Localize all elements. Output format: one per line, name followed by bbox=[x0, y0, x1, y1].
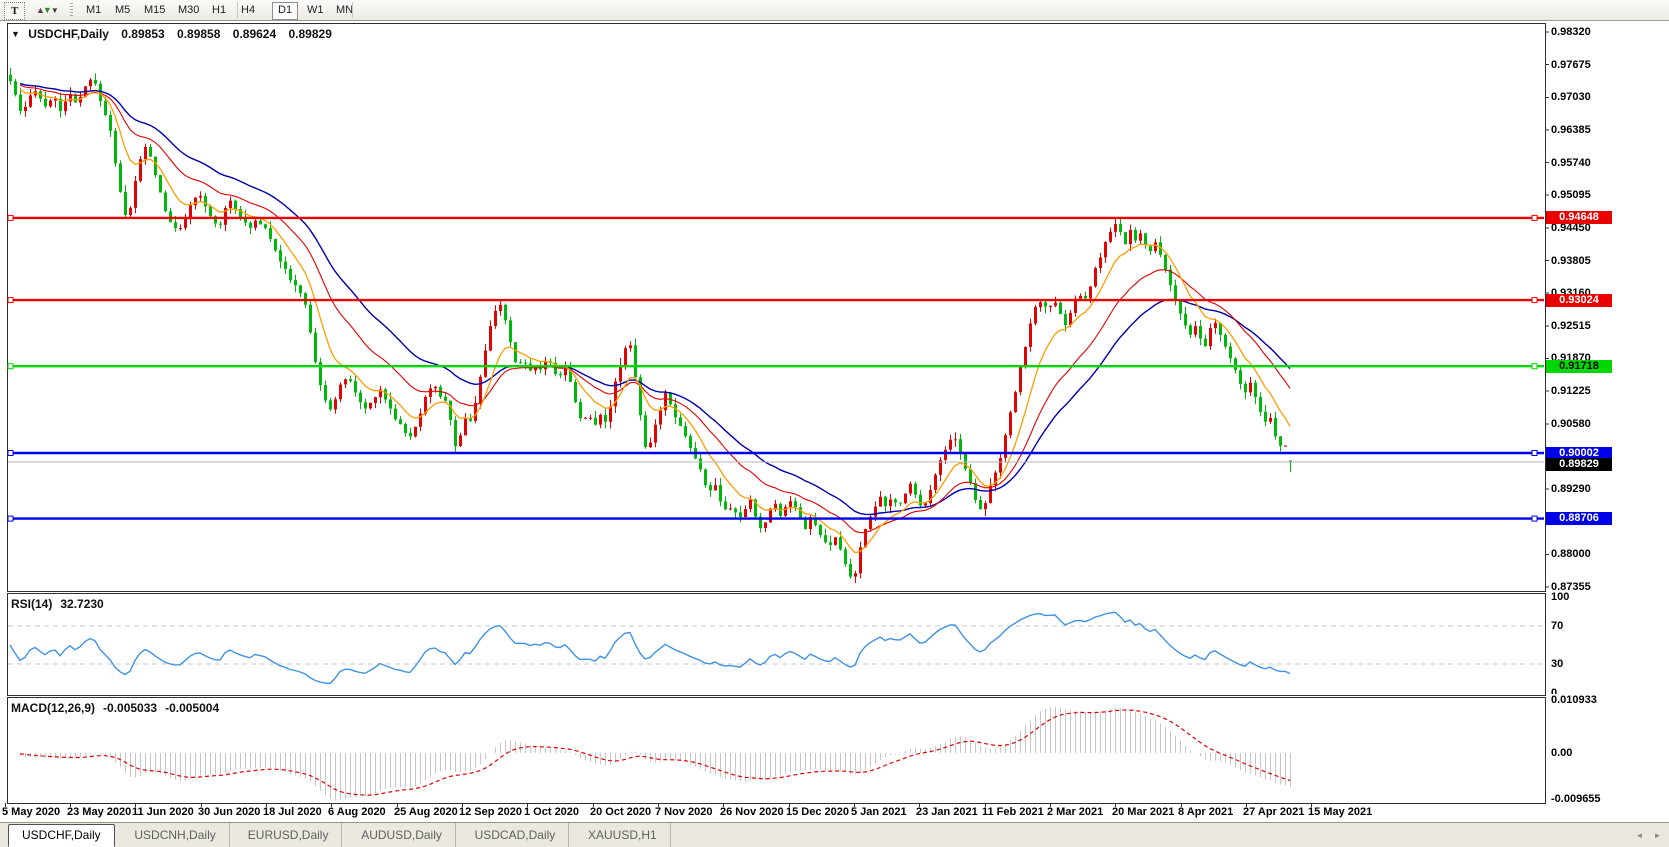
rsi-tick: 70 bbox=[1551, 620, 1566, 632]
macd-main-value: -0.005033 bbox=[103, 701, 158, 715]
date-label: 15 Dec 2020 bbox=[786, 806, 849, 818]
macd-tick: 0.010933 bbox=[1551, 694, 1599, 706]
timeframe-button-h1[interactable]: H1 bbox=[206, 2, 232, 18]
level-price-badge: 0.94648 bbox=[1546, 211, 1612, 224]
macd-label: MACD(12,26,9) -0.005033 -0.005004 bbox=[11, 701, 227, 715]
date-label: 1 Oct 2020 bbox=[524, 806, 580, 818]
date-label: 11 Feb 2021 bbox=[982, 806, 1044, 818]
price-tick-label: 0.95740 bbox=[1551, 157, 1593, 169]
date-label: 23 Jan 2021 bbox=[916, 806, 978, 818]
ohlc-close: 0.89829 bbox=[288, 27, 332, 41]
macd-tick: -0.009655 bbox=[1551, 793, 1603, 805]
chart-tab-usdcad-daily[interactable]: USDCAD,Daily bbox=[462, 823, 570, 847]
price-tick-label: 0.90580 bbox=[1551, 418, 1593, 430]
price-tick-label: 0.97030 bbox=[1551, 91, 1593, 103]
panel-border bbox=[7, 593, 1546, 696]
chart-tab-usdchf-daily[interactable]: USDCHF,Daily bbox=[8, 824, 115, 847]
rsi-tick: 100 bbox=[1551, 591, 1572, 603]
date-label: 18 Jul 2020 bbox=[263, 806, 322, 818]
chart-tab-eurusd-daily[interactable]: EURUSD,Daily bbox=[235, 823, 343, 847]
date-label: 23 May 2020 bbox=[67, 806, 132, 818]
price-tick-label: 0.98320 bbox=[1551, 26, 1593, 38]
chart-tab-bar: USDCHF,Daily USDCNH,Daily EURUSD,Daily AUDU… bbox=[0, 822, 1669, 847]
tab-scroll-left-button[interactable]: ◄ bbox=[1632, 829, 1647, 842]
ohlc-high: 0.89858 bbox=[177, 27, 221, 41]
rsi-value: 32.7230 bbox=[60, 597, 104, 611]
price-tick-label: 0.97675 bbox=[1551, 59, 1593, 71]
macd-tick: 0.00 bbox=[1551, 747, 1575, 759]
ohlc-open: 0.89853 bbox=[121, 27, 165, 41]
chart-symbol-label: USDCHF,Daily bbox=[28, 27, 109, 41]
rsi-tick: 30 bbox=[1551, 658, 1566, 670]
candlestick-series bbox=[9, 68, 1292, 584]
timeframe-button-m5[interactable]: M5 bbox=[109, 2, 136, 18]
macd-signal-value: -0.005004 bbox=[165, 701, 220, 715]
top-toolbar: T ▲▼ ▼ M1 M5 M15 M30 H1 H4 D1 W1 MN bbox=[0, 0, 1669, 21]
macd-signal-line bbox=[19, 709, 1291, 796]
horizontal-level-line[interactable] bbox=[7, 363, 1544, 370]
price-tick-label: 0.96385 bbox=[1551, 124, 1593, 136]
chart-title: ▼ USDCHF,Daily 0.89853 0.89858 0.89624 0… bbox=[11, 27, 332, 41]
date-label: 30 Jun 2020 bbox=[198, 806, 261, 818]
level-price-badge: 0.93024 bbox=[1546, 294, 1612, 307]
level-price-badge: 0.91718 bbox=[1546, 360, 1612, 373]
date-label: 8 Apr 2021 bbox=[1178, 806, 1234, 818]
chart-tab-xauusd-h1[interactable]: XAUUSD,H1 bbox=[575, 823, 671, 847]
date-label: 2 Mar 2021 bbox=[1047, 806, 1104, 818]
chevron-down-icon: ▼ bbox=[50, 6, 59, 15]
ma-mid-line bbox=[19, 84, 1291, 534]
price-tick-label: 0.93805 bbox=[1551, 255, 1593, 267]
horizontal-level-line[interactable] bbox=[7, 515, 1544, 522]
timeframe-button-d1[interactable]: D1 bbox=[272, 2, 299, 20]
horizontal-level-line[interactable] bbox=[7, 214, 1544, 221]
date-label: 20 Mar 2021 bbox=[1112, 806, 1175, 818]
rsi-label: RSI(14) 32.7230 bbox=[11, 597, 112, 611]
date-label: 5 May 2020 bbox=[2, 806, 61, 818]
timeframe-button-w1[interactable]: W1 bbox=[301, 2, 330, 18]
current-price-badge: 0.89829 bbox=[1546, 458, 1612, 471]
date-label: 26 Nov 2020 bbox=[720, 806, 784, 818]
timeframe-button-mn[interactable]: MN bbox=[330, 2, 359, 18]
timeframe-button-h4[interactable]: H4 bbox=[235, 2, 261, 18]
panel-border bbox=[7, 697, 1546, 804]
date-label: 12 Sep 2020 bbox=[459, 806, 522, 818]
arrows-icon: ▲▼ bbox=[36, 5, 52, 15]
toolbar-separator bbox=[352, 2, 353, 18]
horizontal-level-line[interactable] bbox=[7, 450, 1544, 456]
macd-histogram bbox=[20, 706, 1291, 801]
timeframe-button-m1[interactable]: M1 bbox=[80, 2, 107, 18]
toolbar-separator bbox=[237, 2, 238, 18]
horizontal-level-line[interactable] bbox=[7, 297, 1544, 304]
date-label: 11 Jun 2020 bbox=[132, 806, 194, 818]
date-label: 5 Jan 2021 bbox=[851, 806, 907, 818]
rsi-name: RSI(14) bbox=[11, 597, 53, 611]
date-label: 6 Aug 2020 bbox=[328, 806, 386, 818]
price-tick-label: 0.88000 bbox=[1551, 548, 1593, 560]
macd-name: MACD(12,26,9) bbox=[11, 701, 96, 715]
chart-tab-usdcnh-daily[interactable]: USDCNH,Daily bbox=[121, 823, 230, 847]
arrow-tools-button[interactable]: ▲▼ ▼ bbox=[30, 2, 70, 18]
price-tick-label: 0.92515 bbox=[1551, 320, 1593, 332]
ohlc-low: 0.89624 bbox=[232, 27, 277, 41]
text-tool-button[interactable]: T bbox=[4, 2, 26, 20]
mt4-chart-window: { "toolbar": { "text_tool_label": "T", "… bbox=[0, 0, 1669, 847]
toolbar-grip[interactable] bbox=[70, 3, 73, 17]
level-price-badge: 0.88706 bbox=[1546, 512, 1612, 525]
chart-tab-audusd-daily[interactable]: AUDUSD,Daily bbox=[348, 823, 456, 847]
price-tick-label: 0.95095 bbox=[1551, 189, 1593, 201]
rsi-line bbox=[9, 611, 1291, 685]
chart-canvas[interactable] bbox=[0, 0, 1669, 847]
timeframe-button-m30[interactable]: M30 bbox=[172, 2, 205, 18]
price-tick-label: 0.89290 bbox=[1551, 483, 1593, 495]
collapse-triangle-icon[interactable]: ▼ bbox=[11, 29, 20, 39]
date-label: 15 May 2021 bbox=[1308, 806, 1373, 818]
ma-fast-line bbox=[19, 88, 1291, 554]
timeframe-button-m15[interactable]: M15 bbox=[138, 2, 171, 18]
price-tick-label: 0.91225 bbox=[1551, 385, 1593, 397]
date-label: 25 Aug 2020 bbox=[394, 806, 458, 818]
tab-scroll-right-button[interactable]: ► bbox=[1650, 829, 1665, 842]
date-label: 27 Apr 2021 bbox=[1243, 806, 1305, 818]
date-label: 7 Nov 2020 bbox=[655, 806, 713, 818]
date-label: 20 Oct 2020 bbox=[590, 806, 652, 818]
